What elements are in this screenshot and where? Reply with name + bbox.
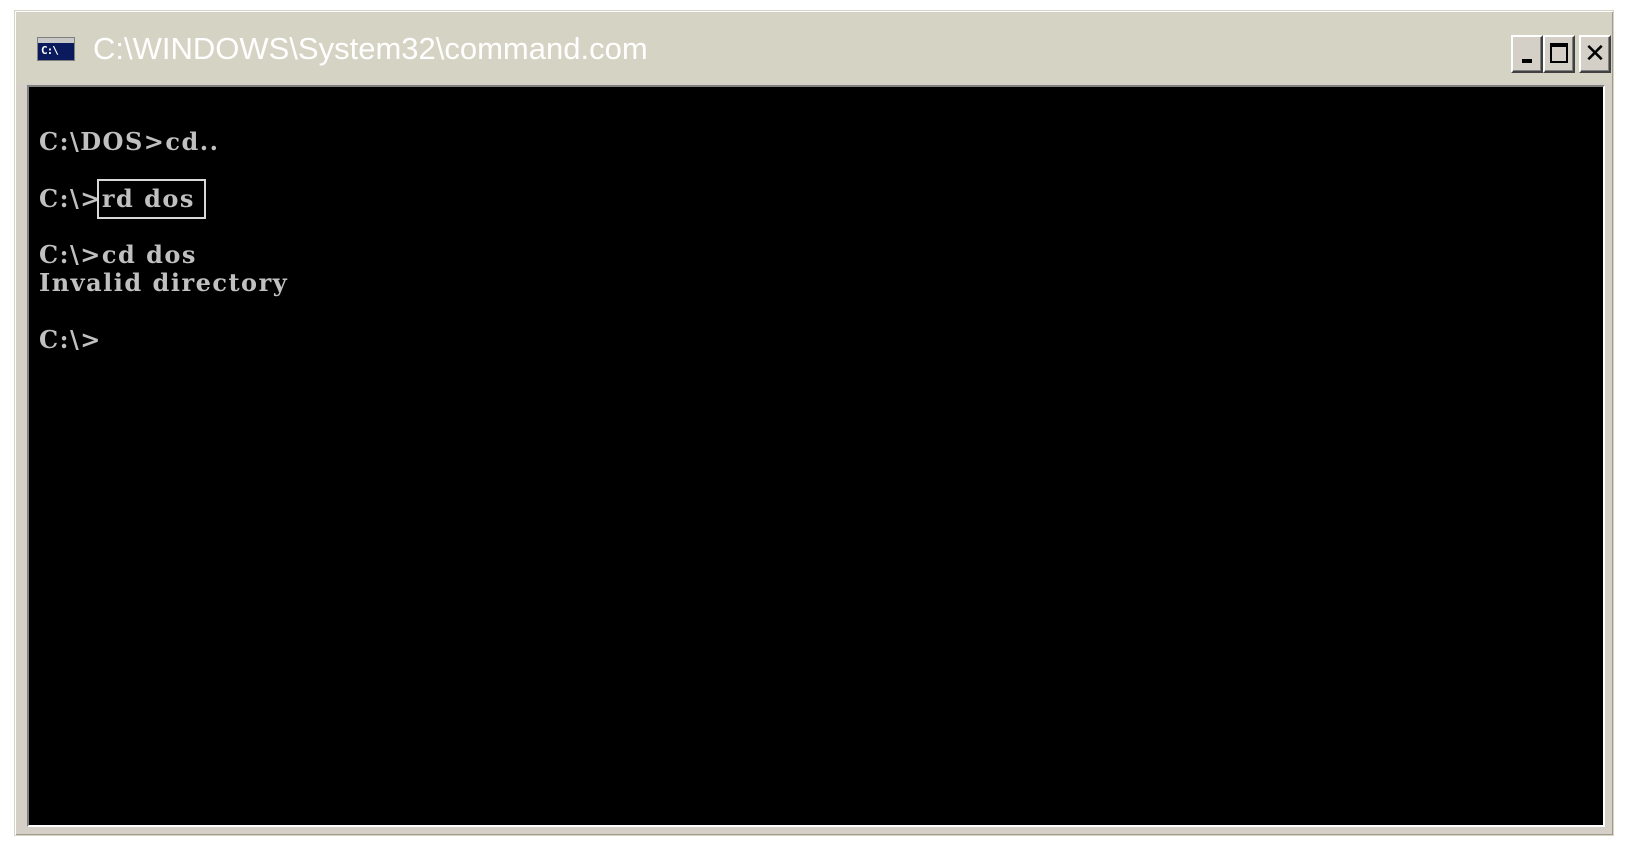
minimize-icon — [1522, 59, 1532, 63]
console-current-prompt[interactable]: C:\> — [39, 325, 102, 355]
close-icon: ✕ — [1584, 39, 1606, 69]
icon-label: C:\ — [41, 44, 59, 57]
console-line: C:\DOS>cd.. — [39, 127, 220, 156]
console-window: C:\ C:\WINDOWS\System32\command.com ✕ C:… — [14, 10, 1614, 836]
maximize-icon — [1550, 43, 1568, 63]
console-error-line: Invalid directory — [39, 268, 289, 297]
selected-text[interactable]: rd dos — [96, 179, 206, 219]
console-app-icon[interactable]: C:\ — [37, 37, 75, 61]
close-button[interactable]: ✕ — [1579, 35, 1611, 73]
console-line: C:\>rd dos — [39, 179, 206, 219]
icon-title-strip — [38, 38, 74, 43]
minimize-button[interactable] — [1511, 35, 1543, 73]
console-prompt: C:\> — [39, 184, 102, 213]
maximize-button[interactable] — [1543, 35, 1575, 73]
window-title: C:\WINDOWS\System32\command.com — [93, 31, 648, 66]
title-bar[interactable]: C:\ C:\WINDOWS\System32\command.com ✕ — [17, 13, 1611, 83]
console-output-area[interactable]: C:\DOS>cd.. C:\>rd dos C:\>cd dos Invali… — [27, 85, 1605, 827]
console-line: C:\>cd dos — [39, 240, 197, 269]
